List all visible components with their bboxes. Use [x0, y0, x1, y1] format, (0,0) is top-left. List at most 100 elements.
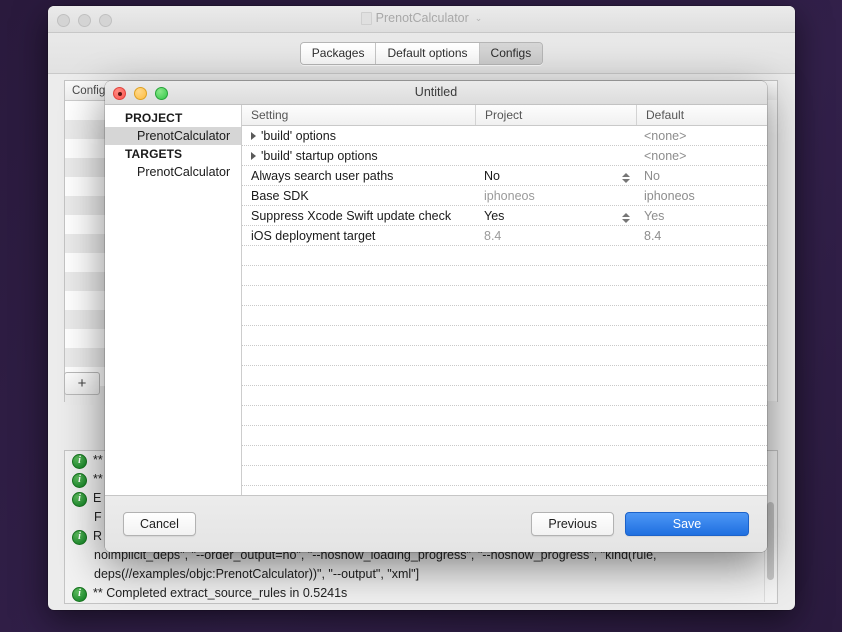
info-icon: i — [72, 473, 87, 488]
setting-name-cell: Always search user paths — [242, 169, 475, 183]
modal-footer: Cancel Previous Save — [105, 495, 767, 552]
default-value-cell: Yes — [644, 208, 665, 223]
info-icon: i — [72, 530, 87, 545]
table-row[interactable]: Always search user paths No No — [242, 166, 767, 186]
previous-button[interactable]: Previous — [531, 512, 614, 536]
project-value-cell[interactable]: iphoneos — [475, 189, 635, 203]
stepper-up-icon[interactable] — [622, 212, 630, 217]
table-row[interactable]: Base SDK iphoneos iphoneos — [242, 186, 767, 206]
sidebar-item-target-prenotcalculator[interactable]: PrenotCalculator — [105, 163, 241, 181]
log-line-text: deps(//examples/objc:PrenotCalculator))"… — [94, 567, 420, 581]
stepper-down-icon[interactable] — [622, 218, 630, 223]
default-value-cell: <none> — [644, 128, 687, 143]
document-icon — [360, 11, 372, 25]
setting-label: Always search user paths — [251, 168, 394, 183]
table-row[interactable]: 'build' options <none> — [242, 126, 767, 146]
table-row-empty[interactable] — [242, 266, 767, 286]
table-row-empty[interactable] — [242, 406, 767, 426]
disclosure-triangle-icon[interactable] — [251, 131, 256, 140]
modal-sidebar: PROJECT PrenotCalculator TARGETS PrenotC… — [105, 105, 242, 495]
stepper-down-icon[interactable] — [622, 178, 630, 183]
log-line-text: F — [94, 510, 102, 524]
project-value: No — [484, 168, 500, 183]
default-value-cell: No — [644, 168, 660, 183]
default-value-cell: <none> — [644, 148, 687, 163]
setting-name-cell: 'build' startup options — [242, 149, 475, 163]
setting-name-cell: Suppress Xcode Swift update check — [242, 209, 475, 223]
table-row-empty[interactable] — [242, 466, 767, 486]
setting-label: 'build' startup options — [261, 148, 378, 163]
footer-right-buttons: Previous Save — [531, 512, 749, 536]
table-row-empty[interactable] — [242, 306, 767, 326]
settings-modal-window: Untitled PROJECT PrenotCalculator TARGET… — [105, 81, 767, 552]
chevron-down-icon[interactable]: ⌄ — [475, 13, 483, 24]
default-value-cell: iphoneos — [644, 188, 695, 203]
modal-title: Untitled — [414, 85, 458, 99]
desktop-background: PrenotCalculator ⌄ Packages Default opti… — [0, 0, 842, 632]
modal-body: PROJECT PrenotCalculator TARGETS PrenotC… — [105, 105, 767, 495]
project-value: Yes — [484, 208, 505, 223]
table-row-empty[interactable] — [242, 446, 767, 466]
project-value-cell[interactable]: Yes — [475, 209, 635, 223]
table-row[interactable]: Suppress Xcode Swift update check Yes Yes — [242, 206, 767, 226]
log-line-text: R — [93, 529, 103, 543]
table-row-empty[interactable] — [242, 426, 767, 446]
stepper-up-icon[interactable] — [622, 172, 630, 177]
sidebar-group-targets: TARGETS — [125, 147, 183, 161]
save-button[interactable]: Save — [625, 512, 749, 536]
settings-table-body: 'build' options <none>'build' startup opt… — [242, 126, 767, 495]
value-stepper[interactable] — [621, 211, 631, 225]
log-line-text: ** Completed extract_source_rules in 0.5… — [93, 586, 348, 600]
tab-packages[interactable]: Packages — [300, 42, 377, 64]
column-header-project[interactable]: Project — [475, 105, 636, 125]
settings-table-header: Setting Project Default — [242, 105, 767, 126]
column-header-setting[interactable]: Setting — [242, 105, 475, 125]
table-row-empty[interactable] — [242, 486, 767, 495]
sidebar-group-project: PROJECT — [125, 111, 183, 125]
table-row-empty[interactable] — [242, 346, 767, 366]
page-title: PrenotCalculator — [375, 11, 469, 25]
info-icon: i — [72, 454, 87, 469]
setting-label: Base SDK — [251, 188, 309, 203]
disclosure-triangle-icon[interactable] — [251, 151, 256, 160]
table-row[interactable]: iOS deployment target 8.4 8.4 — [242, 226, 767, 246]
default-value-cell: 8.4 — [644, 228, 662, 243]
setting-label: iOS deployment target — [251, 228, 376, 243]
info-icon: i — [72, 587, 87, 602]
log-scrollbar-thumb[interactable] — [767, 502, 774, 580]
add-config-button[interactable]: + — [64, 372, 100, 395]
project-value-cell[interactable]: No — [475, 169, 635, 183]
info-icon: i — [72, 492, 87, 507]
tab-configs[interactable]: Configs — [479, 42, 543, 64]
settings-table: Setting Project Default 'build' options <… — [242, 105, 767, 495]
setting-label: 'build' options — [261, 128, 336, 143]
value-stepper[interactable] — [621, 171, 631, 185]
log-line: i ** Completed extract_source_rules in 0.… — [65, 584, 777, 603]
setting-name-cell: Base SDK — [242, 189, 475, 203]
setting-name-cell: 'build' options — [242, 129, 475, 143]
log-line-text: ** — [93, 472, 103, 486]
app-titlebar: PrenotCalculator ⌄ — [48, 6, 795, 33]
tab-default-options[interactable]: Default options — [376, 42, 480, 64]
project-value: 8.4 — [484, 228, 502, 243]
app-toolbar: Packages Default options Configs — [48, 33, 795, 74]
setting-name-cell: iOS deployment target — [242, 229, 475, 243]
sidebar-item-project-prenotcalculator[interactable]: PrenotCalculator — [105, 127, 241, 145]
modal-titlebar: Untitled — [105, 81, 767, 105]
table-row-empty[interactable] — [242, 326, 767, 346]
app-title-wrap: PrenotCalculator ⌄ — [48, 11, 795, 25]
log-line-text: ** — [93, 453, 103, 467]
setting-label: Suppress Xcode Swift update check — [251, 208, 452, 223]
log-line: deps(//examples/objc:PrenotCalculator))"… — [65, 565, 777, 584]
table-row-empty[interactable] — [242, 366, 767, 386]
log-line-text: E — [93, 491, 102, 505]
column-header-default[interactable]: Default — [636, 105, 767, 125]
table-row-empty[interactable] — [242, 246, 767, 266]
table-row-empty[interactable] — [242, 386, 767, 406]
project-value-cell[interactable]: 8.4 — [475, 229, 635, 243]
cancel-button[interactable]: Cancel — [123, 512, 196, 536]
table-row-empty[interactable] — [242, 286, 767, 306]
project-value: iphoneos — [484, 188, 535, 203]
tab-segmented-control[interactable]: Packages Default options Configs — [299, 41, 544, 65]
table-row[interactable]: 'build' startup options <none> — [242, 146, 767, 166]
